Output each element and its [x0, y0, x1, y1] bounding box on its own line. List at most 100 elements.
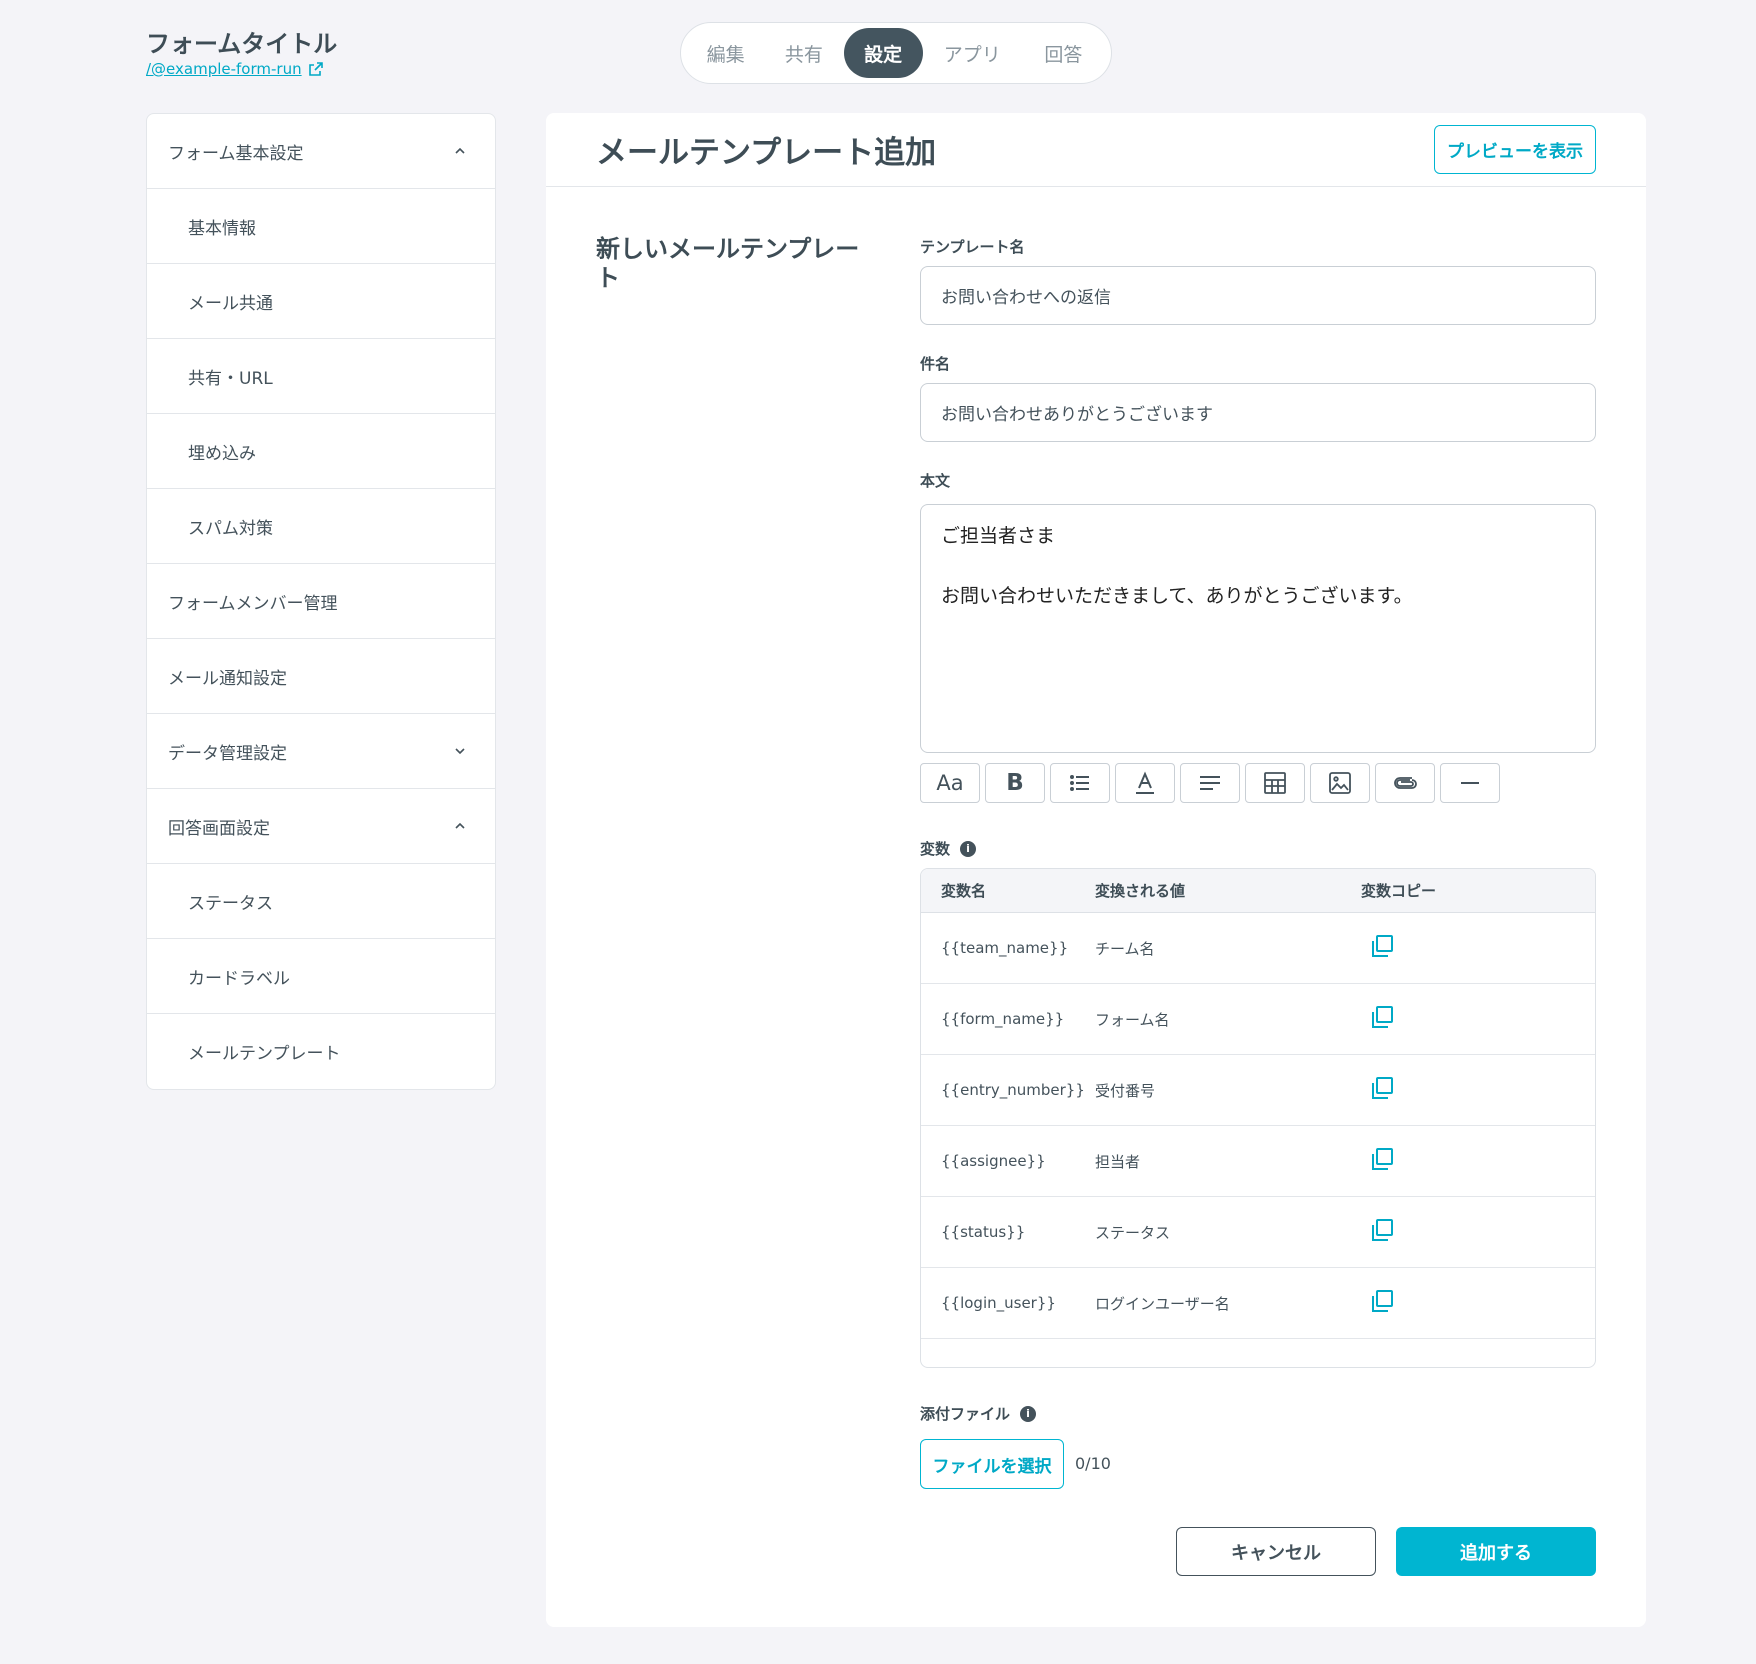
column-header: 変換される値	[1095, 882, 1186, 900]
tab-responses[interactable]: 回答	[1022, 28, 1105, 78]
variable-name: {{login_user}}	[941, 1294, 1056, 1312]
bold-icon: B	[1006, 770, 1024, 796]
sidebar-item-response-screen[interactable]: 回答画面設定	[147, 789, 495, 864]
cancel-button[interactable]: キャンセル	[1176, 1527, 1376, 1576]
copy-icon[interactable]	[1369, 933, 1395, 959]
subject-label: 件名	[920, 355, 951, 373]
variable-name: {{assignee}}	[941, 1152, 1046, 1170]
image-icon	[1329, 772, 1351, 794]
sidebar-item-label: カードラベル	[188, 968, 290, 989]
sidebar-item-label: 回答画面設定	[168, 818, 270, 839]
bold-button[interactable]: B	[985, 763, 1045, 803]
sidebar-item-label: スパム対策	[188, 518, 273, 539]
text-color-icon	[1136, 771, 1154, 794]
variable-value: 受付番号	[1095, 1081, 1156, 1100]
align-icon	[1200, 776, 1220, 790]
form-link[interactable]: /@example-form-run	[146, 60, 324, 78]
copy-icon[interactable]	[1369, 1004, 1395, 1030]
sidebar-item-label: フォームメンバー管理	[168, 593, 338, 614]
body-label: 本文	[920, 472, 951, 490]
editor-toolbar: Aa B	[920, 763, 1500, 803]
sidebar-item-label: データ管理設定	[168, 743, 287, 764]
table-row: {{form_name}} フォーム名	[921, 984, 1595, 1055]
variable-name: {{form_name}}	[941, 1010, 1065, 1028]
variables-table[interactable]: 変数名 変換される値 変数コピー {{team_name}} チーム名 {{fo…	[920, 868, 1596, 1368]
sidebar-item-mail-template[interactable]: メールテンプレート	[147, 1014, 495, 1089]
align-button[interactable]	[1180, 763, 1240, 803]
main-panel: メールテンプレート追加 プレビューを表示 新しいメールテンプレート テンプレート…	[546, 113, 1646, 1627]
attachment-count: 0/10	[1075, 1454, 1111, 1473]
variable-value: フォーム名	[1095, 1010, 1170, 1029]
list-icon	[1070, 775, 1089, 791]
add-button[interactable]: 追加する	[1396, 1527, 1596, 1576]
tab-apps[interactable]: アプリ	[923, 28, 1022, 78]
sidebar-item-label: メール通知設定	[168, 668, 287, 689]
sidebar-item-label: メールテンプレート	[188, 1044, 341, 1064]
sidebar-item-basic-info[interactable]: 基本情報	[147, 189, 495, 264]
table-row: {{team_name}} チーム名	[921, 913, 1595, 984]
variable-value: ステータス	[1095, 1223, 1171, 1242]
attachment-icon	[1394, 777, 1417, 789]
sidebar-item-status[interactable]: ステータス	[147, 864, 495, 939]
body-textarea[interactable]: ご担当者さま お問い合わせいただきまして、ありがとうございます。	[920, 504, 1596, 753]
settings-sidebar: フォーム基本設定 基本情報 メール共通 共有・URL 埋め込み スパム対策 フォ…	[146, 113, 496, 1090]
form-link-text[interactable]: /@example-form-run	[146, 60, 302, 78]
attachment-label: 添付ファイル i	[920, 1403, 1037, 1424]
page-title: メールテンプレート追加	[596, 135, 937, 171]
variable-name: {{team_name}}	[941, 939, 1069, 957]
sidebar-item-card-label[interactable]: カードラベル	[147, 939, 495, 1014]
copy-icon[interactable]	[1369, 1217, 1395, 1243]
table-row: {{entry_number}} 受付番号	[921, 1055, 1595, 1126]
sidebar-item-members[interactable]: フォームメンバー管理	[147, 564, 495, 639]
image-button[interactable]	[1310, 763, 1370, 803]
choose-file-button[interactable]: ファイルを選択	[920, 1439, 1064, 1489]
horizontal-rule-icon	[1461, 782, 1479, 784]
info-icon[interactable]: i	[1020, 1405, 1037, 1422]
attachment-label-text: 添付ファイル	[920, 1405, 1011, 1423]
template-name-label: テンプレート名	[920, 238, 1025, 256]
chevron-up-icon	[455, 147, 465, 154]
external-link-icon	[308, 62, 323, 76]
table-header: 変数名 変換される値 変数コピー	[921, 869, 1595, 913]
preview-button[interactable]: プレビューを表示	[1434, 125, 1596, 174]
sidebar-item-label: フォーム基本設定	[168, 143, 304, 164]
variable-name: {{status}}	[941, 1223, 1026, 1241]
variables-label-text: 変数	[920, 840, 951, 858]
main-tabs: 編集 共有 設定 アプリ 回答	[680, 22, 1112, 84]
sidebar-item-mail-notifications[interactable]: メール通知設定	[147, 639, 495, 714]
table-row: {{status}} ステータス	[921, 1197, 1595, 1268]
attachment-button[interactable]	[1375, 763, 1435, 803]
subject-input[interactable]: お問い合わせありがとうございます	[920, 383, 1596, 442]
column-header: 変数コピー	[1361, 882, 1437, 900]
sidebar-item-share-url[interactable]: 共有・URL	[147, 339, 495, 414]
sidebar-item-data-management[interactable]: データ管理設定	[147, 714, 495, 789]
column-header: 変数名	[941, 882, 987, 900]
table-button[interactable]	[1245, 763, 1305, 803]
horizontal-rule-button[interactable]	[1440, 763, 1500, 803]
list-button[interactable]	[1050, 763, 1110, 803]
chevron-down-icon	[455, 748, 465, 755]
text-color-button[interactable]	[1115, 763, 1175, 803]
variable-value: 担当者	[1095, 1152, 1141, 1171]
sidebar-item-mail-common[interactable]: メール共通	[147, 264, 495, 339]
main-header: メールテンプレート追加 プレビューを表示	[546, 113, 1646, 187]
template-name-input[interactable]: お問い合わせへの返信	[920, 266, 1596, 325]
tab-settings[interactable]: 設定	[843, 28, 923, 78]
sidebar-item-embed[interactable]: 埋め込み	[147, 414, 495, 489]
sidebar-item-form-basic-settings[interactable]: フォーム基本設定	[147, 114, 495, 189]
tab-share[interactable]: 共有	[764, 28, 843, 78]
font-size-icon: Aa	[936, 771, 964, 795]
copy-icon[interactable]	[1369, 1146, 1395, 1172]
table-icon	[1264, 772, 1286, 794]
info-icon[interactable]: i	[960, 840, 977, 857]
sidebar-item-label: ステータス	[188, 893, 273, 914]
sidebar-item-label: 基本情報	[188, 218, 256, 239]
body-line: お問い合わせいただきまして、ありがとうございます。	[941, 585, 1413, 607]
sidebar-item-spam[interactable]: スパム対策	[147, 489, 495, 564]
body-line: ご担当者さま	[941, 525, 1056, 547]
tab-edit[interactable]: 編集	[687, 28, 764, 78]
copy-icon[interactable]	[1369, 1288, 1395, 1314]
font-size-button[interactable]: Aa	[920, 763, 980, 803]
variable-name: {{entry_number}}	[941, 1081, 1085, 1099]
copy-icon[interactable]	[1369, 1075, 1395, 1101]
